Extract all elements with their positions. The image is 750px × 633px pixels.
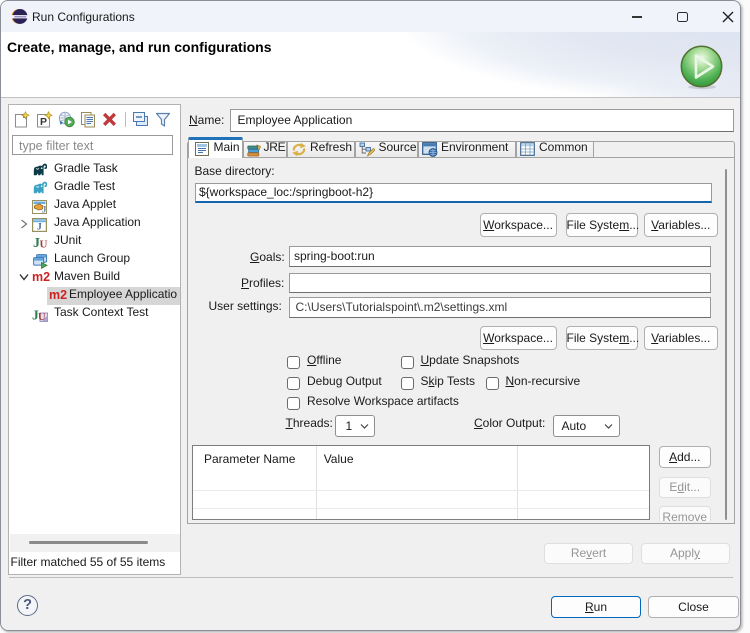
svg-text:J: J — [42, 205, 47, 214]
svg-text:P: P — [40, 116, 47, 128]
svg-text:J: J — [37, 222, 42, 231]
svg-text:U: U — [38, 312, 46, 322]
svg-text:U: U — [40, 239, 48, 250]
